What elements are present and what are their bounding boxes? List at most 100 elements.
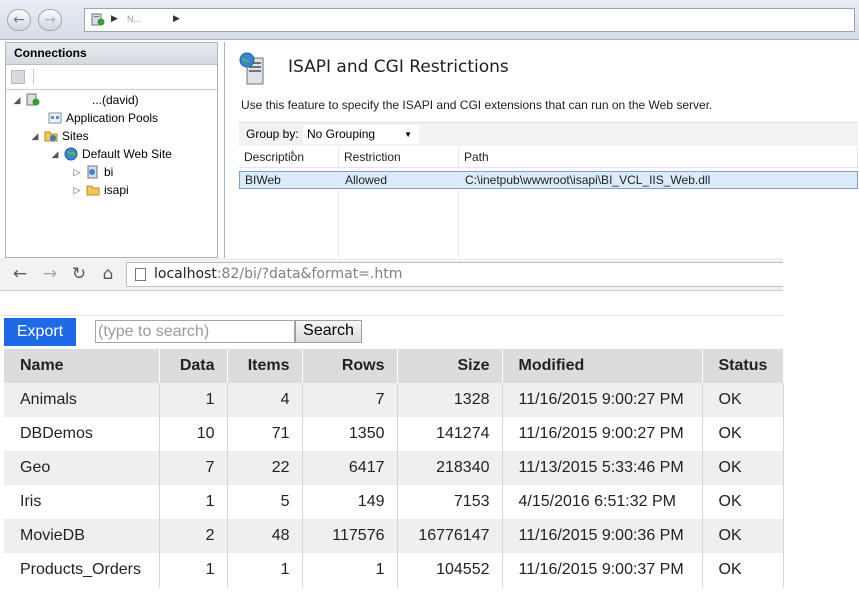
cell-rows: 1 bbox=[302, 553, 398, 587]
cell-modified: 4/15/2016 6:51:32 PM bbox=[502, 485, 703, 519]
cell-items: 71 bbox=[227, 417, 303, 451]
cell-modified: 11/16/2015 9:00:37 PM bbox=[502, 553, 703, 587]
url-path: :82/bi/?data&format=.htm bbox=[216, 266, 403, 282]
cell-name: Geo bbox=[4, 451, 160, 485]
group-by-bar: Group by: No Grouping ▼ bbox=[239, 122, 858, 146]
column-header-size[interactable]: Size bbox=[397, 349, 503, 383]
tree-item-label[interactable]: ...(david) bbox=[92, 93, 139, 107]
iis-manager-window: ← → ▶ N... ▶ Connections ◢ ...(david) Ap… bbox=[0, 0, 859, 258]
application-icon bbox=[87, 165, 98, 179]
url-text[interactable]: localhost:82/bi/?data&format=.htm bbox=[154, 266, 402, 282]
table-row[interactable]: Products_Orders 1 1 1 104552 11/16/2015 … bbox=[4, 553, 784, 587]
iis-navigation-bar: ← → ▶ N... ▶ bbox=[0, 0, 859, 40]
cell-modified: 11/16/2015 9:00:27 PM bbox=[502, 383, 703, 417]
globe-icon bbox=[64, 147, 78, 161]
connect-icon[interactable] bbox=[11, 70, 25, 84]
expand-arrow-icon[interactable]: ◢ bbox=[30, 127, 40, 145]
cell-items: 1 bbox=[227, 553, 303, 587]
cell-size: 7153 bbox=[397, 485, 503, 519]
cell-data: 1 bbox=[159, 485, 228, 519]
column-header-rows[interactable]: Rows bbox=[302, 349, 398, 383]
table-row[interactable]: Animals 1 4 7 1328 11/16/2015 9:00:27 PM… bbox=[4, 383, 784, 417]
column-header-items[interactable]: Items bbox=[227, 349, 303, 383]
search-input[interactable] bbox=[95, 320, 295, 343]
cell-data: 2 bbox=[159, 519, 228, 553]
breadcrumb-server[interactable]: N... bbox=[127, 14, 141, 24]
table-row[interactable]: DBDemos 10 71 1350 141274 11/16/2015 9:0… bbox=[4, 417, 784, 451]
column-header-data[interactable]: Data bbox=[159, 349, 228, 383]
iis-breadcrumb-bar[interactable]: ▶ N... ▶ bbox=[84, 8, 855, 32]
cell-data: 1 bbox=[159, 383, 228, 417]
isapi-restrictions-grid: ▲ Description Restriction Path BIWeb All… bbox=[239, 147, 858, 258]
cell-items: 22 bbox=[227, 451, 303, 485]
group-by-dropdown[interactable]: No Grouping ▼ bbox=[303, 125, 419, 144]
breadcrumb-chevron-icon[interactable]: ▶ bbox=[173, 14, 180, 24]
column-header-path[interactable]: Path bbox=[459, 147, 858, 168]
table-row[interactable]: MovieDB 2 48 117576 16776147 11/16/2015 … bbox=[4, 519, 784, 553]
breadcrumb-chevron-icon[interactable]: ▶ bbox=[111, 14, 118, 24]
back-arrow-icon[interactable]: ← bbox=[7, 9, 31, 31]
cell-items: 5 bbox=[227, 485, 303, 519]
tree-item-label[interactable]: Sites bbox=[62, 129, 89, 143]
connections-toolbar bbox=[6, 65, 217, 90]
url-host: localhost bbox=[154, 266, 217, 282]
toolbar-divider bbox=[33, 69, 34, 85]
cell-modified: 11/16/2015 9:00:36 PM bbox=[502, 519, 703, 553]
page-icon bbox=[135, 268, 146, 281]
cell-data: 10 bbox=[159, 417, 228, 451]
server-icon bbox=[91, 13, 105, 26]
cell-name: DBDemos bbox=[4, 417, 160, 451]
expand-arrow-icon[interactable]: ◢ bbox=[12, 91, 22, 109]
sort-arrow-icon: ▲ bbox=[289, 149, 296, 156]
group-by-label: Group by: bbox=[246, 127, 299, 141]
cell-rows: 117576 bbox=[302, 519, 398, 553]
expand-arrow-icon[interactable]: ◢ bbox=[50, 145, 60, 163]
tree-item-label[interactable]: Default Web Site bbox=[82, 147, 172, 161]
cell-name: Animals bbox=[4, 383, 160, 417]
collapsed-arrow-icon[interactable]: ▷ bbox=[72, 163, 82, 181]
column-header-status[interactable]: Status bbox=[702, 349, 784, 383]
cell-modified: 11/16/2015 9:00:27 PM bbox=[502, 417, 703, 451]
feature-pane: ISAPI and CGI Restrictions Use this feat… bbox=[224, 42, 859, 258]
column-header-description[interactable]: ▲ Description bbox=[239, 147, 339, 168]
address-bar[interactable]: localhost:82/bi/?data&format=.htm bbox=[126, 262, 783, 287]
home-icon[interactable]: ⌂ bbox=[96, 262, 120, 286]
bookmarks-bar bbox=[0, 291, 783, 316]
tree-item-label[interactable]: Application Pools bbox=[66, 111, 158, 125]
column-header-modified[interactable]: Modified bbox=[502, 349, 703, 383]
table-row[interactable]: Geo 7 22 6417 218340 11/13/2015 5:33:46 … bbox=[4, 451, 784, 485]
cell-status: OK bbox=[702, 417, 784, 451]
cell-status: OK bbox=[702, 383, 784, 417]
collapsed-arrow-icon[interactable]: ▷ bbox=[72, 181, 82, 199]
cell-data: 1 bbox=[159, 553, 228, 587]
cell-status: OK bbox=[702, 451, 784, 485]
forward-arrow-icon[interactable]: → bbox=[38, 262, 62, 286]
cell-items: 48 bbox=[227, 519, 303, 553]
table-row[interactable]: Iris 1 5 149 7153 4/15/2016 6:51:32 PM O… bbox=[4, 485, 784, 519]
cell-name: Products_Orders bbox=[4, 553, 160, 587]
forward-arrow-icon[interactable]: → bbox=[38, 9, 62, 31]
dropdown-arrow-icon[interactable]: ▼ bbox=[404, 126, 412, 143]
back-arrow-icon[interactable]: ← bbox=[8, 262, 32, 286]
column-header-name[interactable]: Name bbox=[4, 349, 160, 383]
cell-size: 104552 bbox=[397, 553, 503, 587]
export-button[interactable]: Export bbox=[4, 318, 76, 346]
cell-status: OK bbox=[702, 519, 784, 553]
application-pools-icon bbox=[48, 112, 62, 124]
server-icon bbox=[26, 93, 40, 106]
cell-size: 218340 bbox=[397, 451, 503, 485]
row-path: C:\inetpub\wwwroot\isapi\BI_VCL_IIS_Web.… bbox=[465, 173, 711, 187]
feature-description: Use this feature to specify the ISAPI an… bbox=[241, 98, 713, 112]
tree-item-application-pools[interactable]: Application Pools bbox=[48, 109, 158, 127]
connections-header: Connections bbox=[6, 43, 217, 65]
reload-icon[interactable]: ↻ bbox=[67, 262, 91, 286]
tree-item-label[interactable]: bi bbox=[104, 165, 113, 179]
table-row[interactable]: BIWeb Allowed C:\inetpub\wwwroot\isapi\B… bbox=[239, 171, 858, 189]
cell-size: 141274 bbox=[397, 417, 503, 451]
row-description: BIWeb bbox=[245, 173, 281, 187]
cell-status: OK bbox=[702, 485, 784, 519]
isapi-cgi-restrictions-icon bbox=[239, 52, 264, 85]
column-header-restriction[interactable]: Restriction bbox=[339, 147, 459, 168]
tree-item-label[interactable]: isapi bbox=[104, 183, 129, 197]
search-button[interactable]: Search bbox=[295, 320, 362, 343]
